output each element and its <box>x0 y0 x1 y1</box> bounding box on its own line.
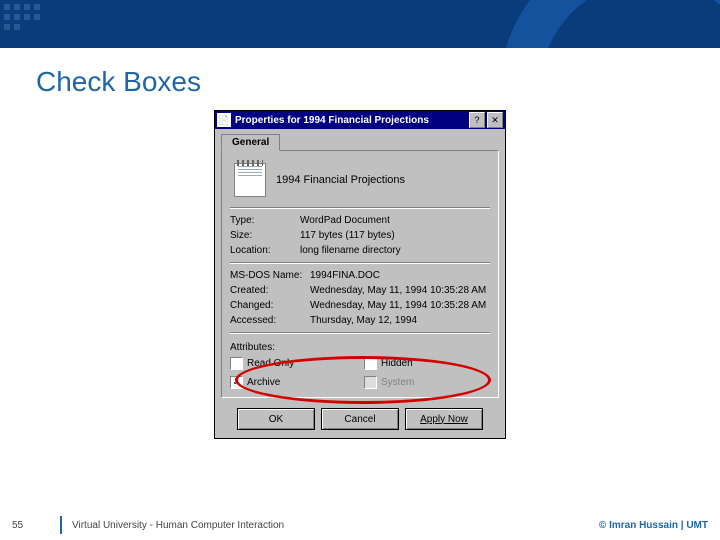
checkbox-label: Read Only <box>247 358 294 369</box>
divider <box>230 207 490 209</box>
general-panel: 1994 Financial Projections Type: WordPad… <box>221 150 499 398</box>
ok-button[interactable]: OK <box>237 408 315 430</box>
apply-button-label: Apply Now <box>420 414 468 425</box>
changed-label: Changed: <box>230 300 310 311</box>
dialog-title: Properties for 1994 Financial Projection… <box>235 115 467 126</box>
properties-dialog: 📄 Properties for 1994 Financial Projecti… <box>214 110 506 439</box>
checkbox-label: Hidden <box>381 358 413 369</box>
location-label: Location: <box>230 245 300 256</box>
meta-grid: MS-DOS Name: 1994FINA.DOC Created: Wedne… <box>230 270 490 326</box>
checkbox-readonly[interactable]: Read Only <box>230 357 356 370</box>
footer-separator <box>60 516 62 534</box>
checkbox-hidden[interactable]: Hidden <box>364 357 490 370</box>
checkbox-box-icon <box>230 357 243 370</box>
checkbox-box-icon <box>364 376 377 389</box>
slide-content: 📄 Properties for 1994 Financial Projecti… <box>0 110 720 439</box>
type-label: Type: <box>230 215 300 226</box>
slide-header-band <box>0 0 720 48</box>
dialog-system-icon[interactable]: 📄 <box>217 113 231 127</box>
location-value: long filename directory <box>300 245 490 256</box>
divider <box>230 262 490 264</box>
slide-title: Check Boxes <box>36 66 720 98</box>
dialog-titlebar[interactable]: 📄 Properties for 1994 Financial Projecti… <box>215 111 505 129</box>
accessed-label: Accessed: <box>230 315 310 326</box>
checkbox-box-icon <box>364 357 377 370</box>
tab-strip: General <box>215 129 505 150</box>
footer-center-text: Virtual University - Human Computer Inte… <box>72 520 599 531</box>
size-label: Size: <box>230 230 300 241</box>
close-button[interactable]: ✕ <box>487 112 503 128</box>
created-label: Created: <box>230 285 310 296</box>
created-value: Wednesday, May 11, 1994 10:35:28 AM <box>310 285 490 296</box>
checkbox-system: System <box>364 376 490 389</box>
size-value: 117 bytes (117 bytes) <box>300 230 490 241</box>
changed-value: Wednesday, May 11, 1994 10:35:28 AM <box>310 300 490 311</box>
tab-general[interactable]: General <box>221 134 280 151</box>
msdos-value: 1994FINA.DOC <box>310 270 490 281</box>
msdos-label: MS-DOS Name: <box>230 270 310 281</box>
apply-button[interactable]: Apply Now <box>405 408 483 430</box>
info-grid: Type: WordPad Document Size: 117 bytes (… <box>230 215 490 256</box>
dialog-button-row: OK Cancel Apply Now <box>215 404 505 438</box>
page-number: 55 <box>12 520 50 531</box>
help-button[interactable]: ? <box>469 112 485 128</box>
checkbox-label: Archive <box>247 377 280 388</box>
checkbox-box-icon: ✓ <box>230 376 243 389</box>
checkbox-label: System <box>381 377 414 388</box>
checkbox-archive[interactable]: ✓ Archive <box>230 376 356 389</box>
type-value: WordPad Document <box>300 215 490 226</box>
attributes-section: Attributes: Read Only Hidden ✓ Archive <box>230 342 490 389</box>
document-icon <box>234 163 266 197</box>
file-header-row: 1994 Financial Projections <box>234 163 490 197</box>
divider <box>230 332 490 334</box>
accessed-value: Thursday, May 12, 1994 <box>310 315 490 326</box>
header-dot-pattern <box>4 4 40 30</box>
header-arc-decoration <box>500 0 720 48</box>
cancel-button[interactable]: Cancel <box>321 408 399 430</box>
slide-footer: 55 Virtual University - Human Computer I… <box>0 516 720 534</box>
checkbox-grid: Read Only Hidden ✓ Archive System <box>230 357 490 389</box>
footer-copyright: © Imran Hussain | UMT <box>599 520 708 531</box>
file-name-label: 1994 Financial Projections <box>276 174 405 186</box>
attributes-label: Attributes: <box>230 342 490 353</box>
